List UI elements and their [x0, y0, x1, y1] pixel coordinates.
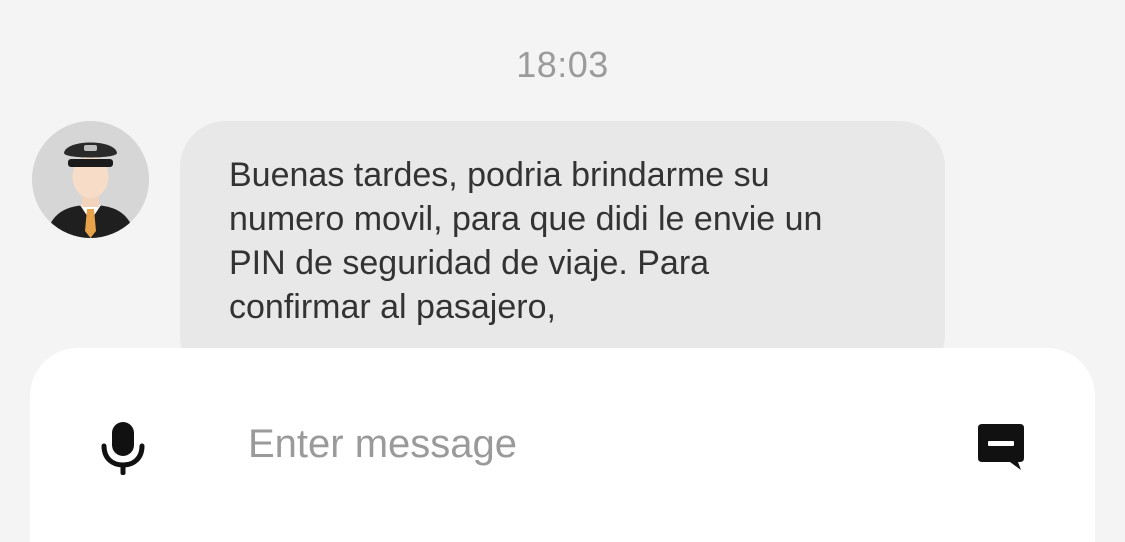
message-timestamp: 18:03 — [516, 44, 609, 85]
microphone-icon[interactable] — [98, 418, 148, 478]
driver-avatar-icon[interactable] — [32, 121, 149, 238]
chat-area: 18:03 Buenas tardes, podria brindarme su… — [0, 0, 1125, 542]
message-composer — [30, 348, 1095, 542]
message-input[interactable] — [248, 416, 908, 472]
message-text: Buenas tardes, podria brindarme su numer… — [229, 156, 823, 326]
message-bubble[interactable]: Buenas tardes, podria brindarme su numer… — [180, 121, 945, 381]
quick-message-icon[interactable] — [974, 424, 1028, 472]
